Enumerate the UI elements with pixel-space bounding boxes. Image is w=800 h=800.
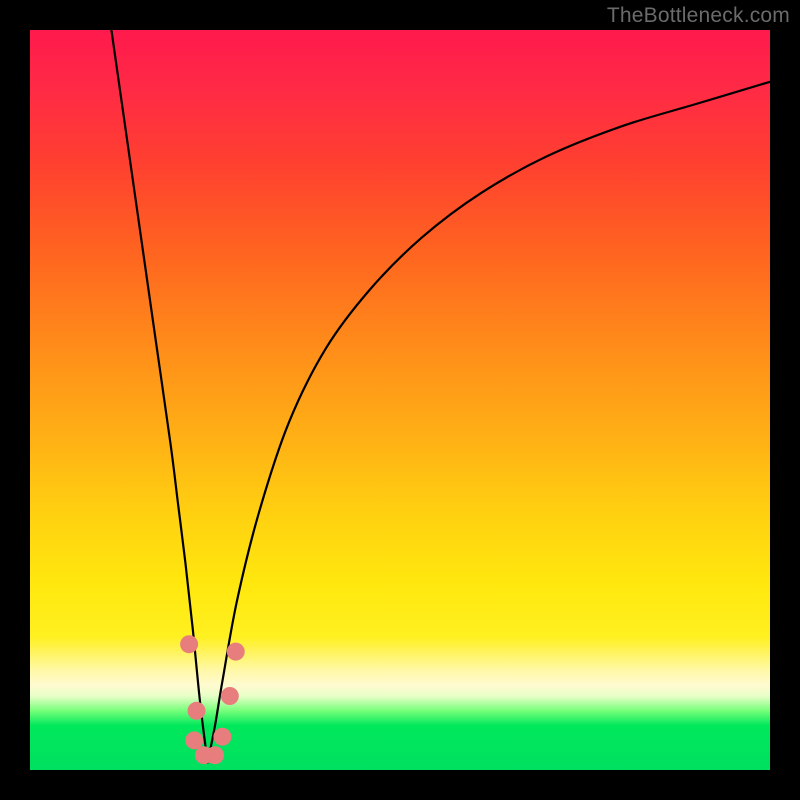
chart-plot-area <box>30 30 770 770</box>
curve-right-branch <box>208 82 770 763</box>
chart-marker <box>185 731 203 749</box>
chart-marker <box>206 746 224 764</box>
chart-marker <box>188 702 206 720</box>
chart-marker <box>221 687 239 705</box>
chart-marker <box>213 728 231 746</box>
chart-marker <box>227 643 245 661</box>
chart-frame: TheBottleneck.com <box>0 0 800 800</box>
watermark-text: TheBottleneck.com <box>607 4 790 28</box>
chart-markers <box>180 635 245 764</box>
chart-svg <box>30 30 770 770</box>
chart-marker <box>180 635 198 653</box>
curve-left-branch <box>111 30 207 763</box>
